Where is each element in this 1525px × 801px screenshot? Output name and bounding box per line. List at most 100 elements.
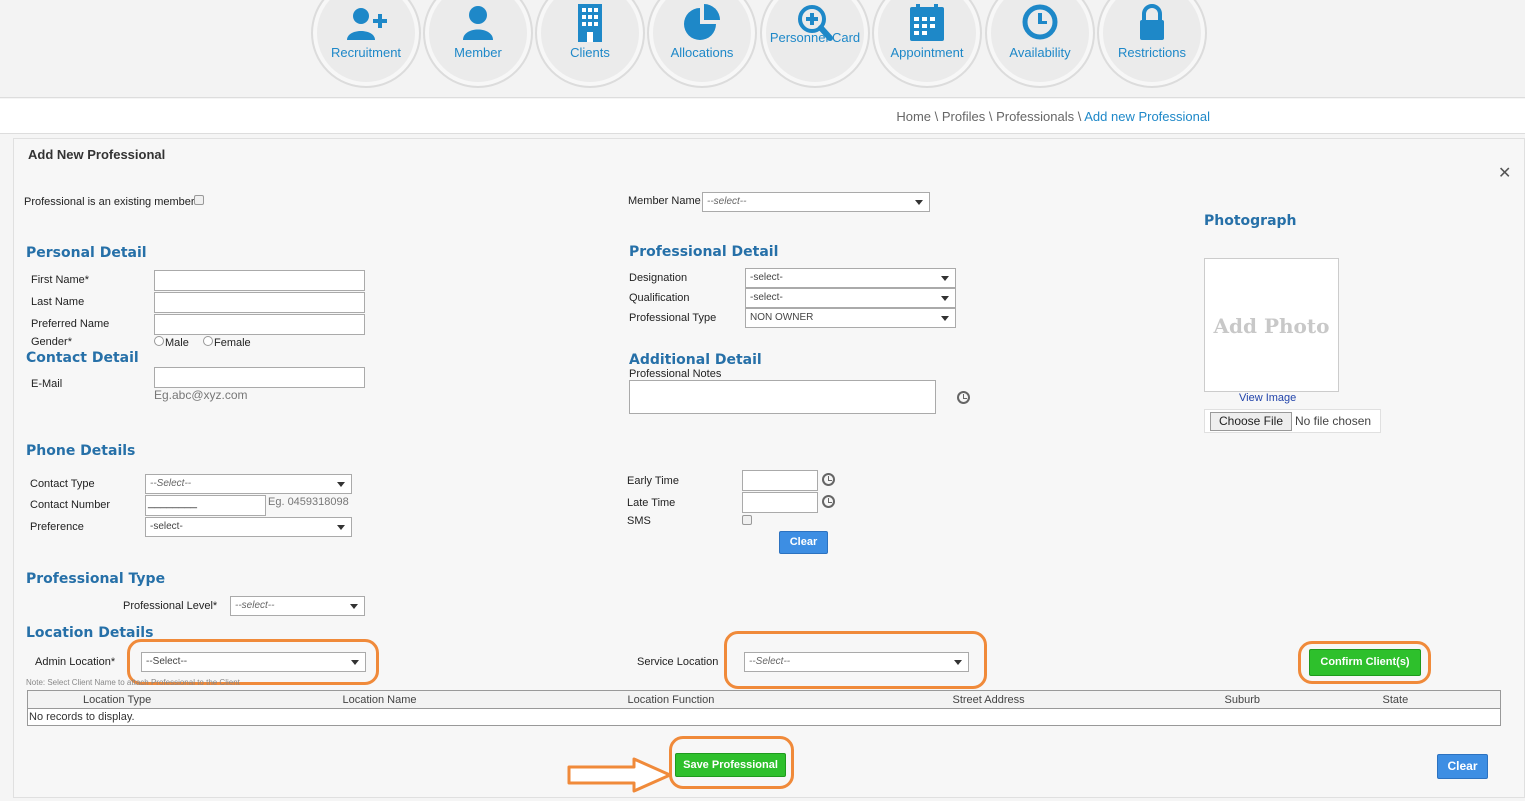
personal-detail-heading: Personal Detail xyxy=(26,245,147,261)
designation-select[interactable]: -select- xyxy=(745,268,956,288)
nav-recruitment[interactable]: Recruitment xyxy=(311,0,421,88)
add-professional-panel: Add New Professional ✕ Professional is a… xyxy=(13,138,1525,798)
column-location-type[interactable]: Location Type xyxy=(27,690,343,709)
nav-availability[interactable]: Availability xyxy=(985,0,1095,88)
sms-checkbox[interactable] xyxy=(742,515,752,525)
top-navigation: Recruitment Member Clients Allocations P… xyxy=(0,0,1525,98)
nav-label: Member xyxy=(454,45,502,60)
early-time-label: Early Time xyxy=(627,475,679,487)
nav-member[interactable]: Member xyxy=(423,0,533,88)
last-name-input[interactable] xyxy=(154,292,365,313)
contact-type-label: Contact Type xyxy=(30,478,95,490)
breadcrumb-professionals[interactable]: Professionals xyxy=(996,109,1074,124)
nav-appointment[interactable]: Appointment xyxy=(872,0,982,88)
qualification-select[interactable]: -select- xyxy=(745,288,956,308)
professional-type-heading: Professional Type xyxy=(26,571,166,587)
email-input[interactable] xyxy=(154,367,365,388)
table-row: No records to display. xyxy=(28,709,1501,726)
save-professional-highlight xyxy=(669,736,794,789)
notes-textarea[interactable] xyxy=(629,380,936,414)
professional-detail-heading: Professional Detail xyxy=(629,244,779,260)
location-note: Note: Select Client Name to attach Profe… xyxy=(26,678,240,687)
form-clear-button[interactable]: Clear xyxy=(1437,754,1488,779)
professional-type-select[interactable]: NON OWNER xyxy=(745,308,956,328)
female-radio[interactable] xyxy=(203,336,213,346)
breadcrumb-home[interactable]: Home xyxy=(896,109,931,124)
professional-type-label: Professional Type xyxy=(629,312,717,324)
no-file-text: No file chosen xyxy=(1295,414,1372,428)
breadcrumb: Home \ Profiles \ Professionals \ Add ne… xyxy=(896,109,1210,124)
file-chooser: Choose File No file chosen xyxy=(1204,409,1381,433)
professional-level-label: Professional Level* xyxy=(123,600,218,612)
existing-member-label: Professional is an existing member xyxy=(24,196,195,208)
breadcrumb-profiles[interactable]: Profiles xyxy=(942,109,985,124)
location-details-heading: Location Details xyxy=(26,625,154,641)
lock-icon xyxy=(1140,4,1164,40)
nav-clients[interactable]: Clients xyxy=(535,0,645,88)
nav-label: Restrictions xyxy=(1118,45,1186,60)
contact-type-select[interactable]: --Select-- xyxy=(145,474,352,494)
contact-number-hint: Eg. 0459318098 xyxy=(268,496,349,508)
preference-select[interactable]: -select- xyxy=(145,517,352,537)
breadcrumb-bar: Home \ Profiles \ Professionals \ Add ne… xyxy=(0,99,1525,134)
email-label: E-Mail xyxy=(31,378,63,390)
early-time-input[interactable] xyxy=(742,470,818,491)
breadcrumb-current: Add new Professional xyxy=(1084,109,1210,124)
service-location-highlight xyxy=(724,631,987,689)
nav-label: Recruitment xyxy=(330,45,402,60)
user-icon xyxy=(463,6,493,40)
photograph-heading: Photograph xyxy=(1204,213,1297,229)
early-time-clock-icon[interactable] xyxy=(822,473,835,486)
existing-member-checkbox[interactable] xyxy=(194,195,204,205)
times-clear-button[interactable]: Clear xyxy=(779,531,828,554)
member-name-label: Member Name xyxy=(628,195,701,207)
contact-number-input[interactable]: ________ xyxy=(145,495,266,516)
nav-restrictions[interactable]: Restrictions xyxy=(1097,0,1207,88)
service-location-label: Service Location xyxy=(637,656,719,668)
late-time-label: Late Time xyxy=(627,497,676,509)
preferred-name-label: Preferred Name xyxy=(31,318,110,330)
first-name-label: First Name* xyxy=(31,274,90,286)
nav-personnel-card[interactable]: Personnel Card xyxy=(760,0,870,88)
clock-icon xyxy=(1022,4,1058,40)
close-icon[interactable]: ✕ xyxy=(1498,163,1511,183)
male-label: Male xyxy=(165,337,189,349)
column-suburb[interactable]: Suburb xyxy=(1224,690,1383,709)
nav-label: Availability xyxy=(1009,45,1071,60)
sms-label: SMS xyxy=(627,515,651,527)
page-title: Add New Professional xyxy=(28,147,166,162)
nav-label: Appointment xyxy=(890,45,964,60)
nav-label: Clients xyxy=(570,45,610,60)
view-image-link[interactable]: View Image xyxy=(1239,392,1296,404)
photo-placeholder: Add Photo xyxy=(1204,258,1339,392)
member-name-select[interactable]: --select-- xyxy=(702,192,930,212)
arrow-right-icon xyxy=(567,757,672,793)
location-table: Location Type Location Name Location Fun… xyxy=(27,690,1501,726)
column-state[interactable]: State xyxy=(1382,690,1501,709)
preferred-name-input[interactable] xyxy=(154,314,365,335)
contact-detail-heading: Contact Detail xyxy=(26,350,139,366)
notes-label: Professional Notes xyxy=(629,368,722,380)
male-radio[interactable] xyxy=(154,336,164,346)
nav-allocations[interactable]: Allocations xyxy=(647,0,757,88)
female-label: Female xyxy=(214,337,251,349)
choose-file-button[interactable]: Choose File xyxy=(1210,412,1292,431)
first-name-input[interactable] xyxy=(154,270,365,291)
column-location-name[interactable]: Location Name xyxy=(342,690,628,709)
nav-label: Allocations xyxy=(670,45,734,60)
phone-details-heading: Phone Details xyxy=(26,443,136,459)
gender-label: Gender* xyxy=(31,336,72,348)
admin-location-label: Admin Location* xyxy=(35,656,116,668)
add-photo-text: Add Photo xyxy=(1213,314,1330,338)
designation-label: Designation xyxy=(629,272,688,284)
column-street-address[interactable]: Street Address xyxy=(952,690,1225,709)
confirm-clients-highlight xyxy=(1298,641,1431,684)
preference-label: Preference xyxy=(30,521,84,533)
alarm-clock-icon[interactable] xyxy=(957,391,970,404)
professional-level-select[interactable]: --select-- xyxy=(230,596,365,616)
late-time-input[interactable] xyxy=(742,492,818,513)
last-name-label: Last Name xyxy=(31,296,85,308)
table-header-row: Location Type Location Name Location Fun… xyxy=(27,690,1501,709)
late-time-clock-icon[interactable] xyxy=(822,495,835,508)
column-location-function[interactable]: Location Function xyxy=(627,690,953,709)
